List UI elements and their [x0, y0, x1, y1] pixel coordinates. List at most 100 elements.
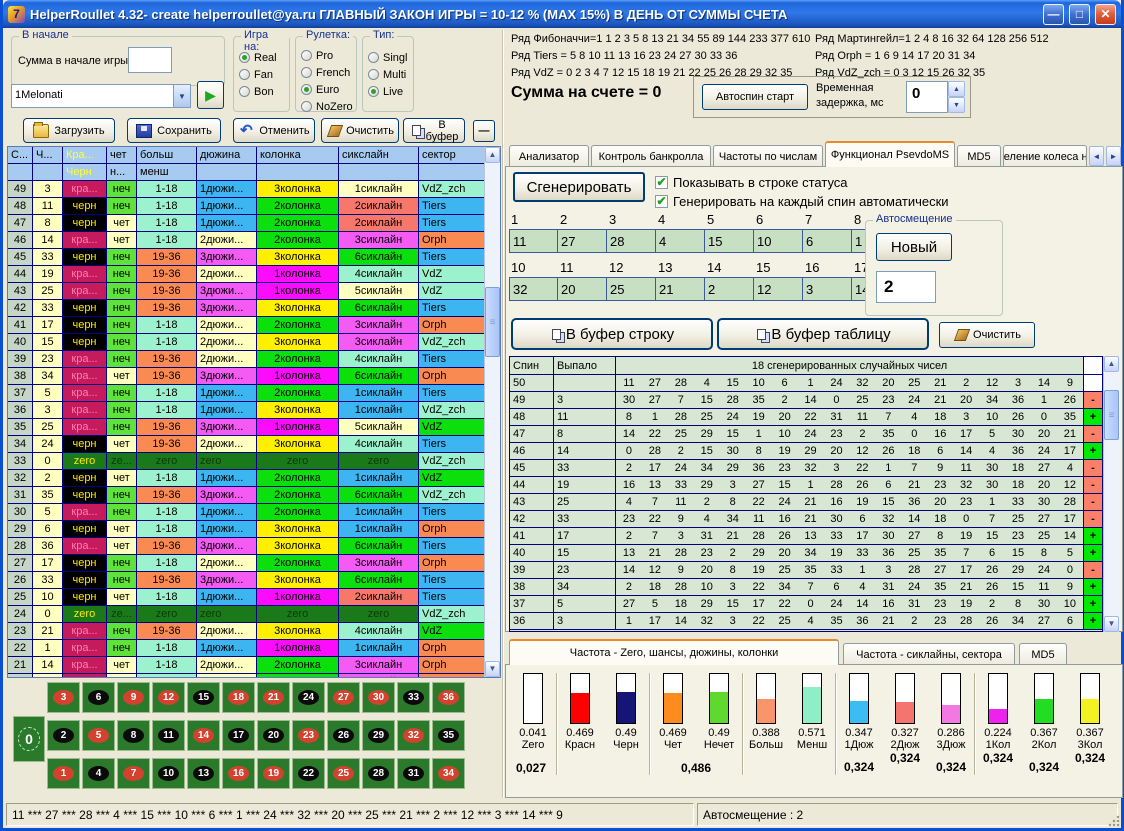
board-cell-2[interactable]: 2: [47, 720, 80, 751]
board-cell-6[interactable]: 6: [82, 682, 115, 713]
radio-roulette-nozero[interactable]: NoZero: [301, 98, 353, 115]
header-cell[interactable]: [33, 164, 63, 181]
generated-scroll-thumb[interactable]: [1104, 390, 1119, 440]
scroll-up-icon[interactable]: ▲: [485, 147, 500, 163]
table-row[interactable]: 3923кра...неч19-362дюжи...2колонка4сикла…: [8, 351, 484, 368]
radio-game-bon[interactable]: Bon: [239, 83, 277, 100]
board-cell-33[interactable]: 33: [397, 682, 430, 713]
spin-up-icon[interactable]: ▲: [948, 81, 965, 97]
scroll-down-icon[interactable]: ▼: [1104, 616, 1119, 632]
table-row[interactable]: 4419кра...неч19-362дюжи...1колонка4сикла…: [8, 266, 484, 283]
play-button[interactable]: ▶: [197, 81, 224, 109]
table-row[interactable]: 37527518291517220241416312319283010+: [510, 596, 1102, 613]
maximize-icon[interactable]: □: [1069, 4, 1090, 25]
table-row[interactable]: 50112728415106124322025212123149: [510, 375, 1102, 392]
toolbar-button-4[interactable]: Очистить: [321, 118, 399, 143]
header-cell[interactable]: н...: [107, 164, 137, 181]
board-cell-12[interactable]: 12: [152, 682, 185, 713]
board-cell-9[interactable]: 9: [117, 682, 150, 713]
tab-6[interactable]: Деление колеса на: [1003, 145, 1087, 167]
header-cell[interactable]: Выпало: [554, 357, 616, 374]
delay-value[interactable]: 0: [906, 81, 948, 113]
table-row[interactable]: 4117черннеч1-182дюжи...2колонка3сиклайнO…: [8, 317, 484, 334]
generate-each-spin-checkbox[interactable]: ✔ Генерировать на каждый спин автоматиче…: [655, 194, 949, 209]
header-cell[interactable]: [339, 164, 419, 181]
header-cell[interactable]: [8, 164, 33, 181]
table-row[interactable]: 296чернчет1-181дюжи...3колонка1сиклайнOr…: [8, 521, 484, 538]
resize-grip[interactable]: [1107, 814, 1120, 827]
board-cell-8[interactable]: 8: [117, 720, 150, 751]
show-in-status-checkbox[interactable]: ✔ Показывать в строке статуса: [655, 175, 848, 190]
table-row[interactable]: 3631171432322254353621223282634276+: [510, 613, 1102, 630]
table-row[interactable]: 43254711282224211619153620231333028-: [510, 494, 1102, 511]
generate-button[interactable]: Сгенерировать: [513, 172, 645, 202]
scroll-up-icon[interactable]: ▲: [1104, 356, 1119, 372]
table-row[interactable]: 49330277152835214025232421203436126-: [510, 392, 1102, 409]
table-row[interactable]: 40151321282322920341933362535761585+: [510, 545, 1102, 562]
table-row[interactable]: 3834218281032234764312435212615119+: [510, 579, 1102, 596]
header-cell[interactable]: сикслайн: [339, 147, 419, 164]
board-cell-7[interactable]: 7: [117, 758, 150, 789]
board-cell-36[interactable]: 36: [432, 682, 465, 713]
table-row[interactable]: 42332322943411162130632141807252717-: [510, 511, 1102, 528]
toolbar-button-2[interactable]: Сохранить: [127, 118, 221, 143]
table-row[interactable]: 4811812825241920223111741831026035+: [510, 409, 1102, 426]
board-cell-32[interactable]: 32: [397, 720, 430, 751]
header-cell[interactable]: менш: [137, 164, 197, 181]
history-scroll-thumb[interactable]: [485, 287, 500, 357]
radio-roulette-pro[interactable]: Pro: [301, 47, 353, 64]
table-row[interactable]: 3424чернчет19-362дюжи...3колонка4сиклайн…: [8, 436, 484, 453]
scroll-down-icon[interactable]: ▼: [485, 661, 500, 677]
table-row[interactable]: 4614кра...чет1-182дюжи...2колонка3сиклай…: [8, 232, 484, 249]
table-row[interactable]: 493кра...неч1-181дюжи...3колонка1сиклайн…: [8, 181, 484, 198]
minimize-icon[interactable]: —: [1043, 4, 1064, 25]
header-cell[interactable]: 18 сгенерированных случайных чисел: [616, 357, 1084, 374]
history-scrollbar[interactable]: ▲ ▼: [484, 147, 500, 677]
table-row[interactable]: 2014кра...чет1-182дюжи...2колонка3сиклай…: [8, 674, 484, 678]
board-cell-24[interactable]: 24: [292, 682, 325, 713]
radio-game-fan[interactable]: Fan: [239, 66, 277, 83]
board-cell-22[interactable]: 22: [292, 758, 325, 789]
table-row[interactable]: 2114кра...чет1-182дюжи...2колонка3сиклай…: [8, 657, 484, 674]
header-cell[interactable]: дюжина: [197, 147, 257, 164]
board-cell-23[interactable]: 23: [292, 720, 325, 751]
header-cell[interactable]: [257, 164, 339, 181]
autospin-start-button[interactable]: Автоспин старт: [702, 84, 808, 110]
freq-tab-1[interactable]: Частота - Zero, шансы, дюжины, колонки: [509, 639, 839, 665]
table-row[interactable]: 4533черннеч19-363дюжи...3колонка6сиклайн…: [8, 249, 484, 266]
board-cell-4[interactable]: 4: [82, 758, 115, 789]
board-zero-cell[interactable]: 0: [13, 716, 45, 762]
table-row[interactable]: 363кра...неч1-181дюжи...3колонка1сиклайн…: [8, 402, 484, 419]
header-cell[interactable]: [197, 164, 257, 181]
table-row[interactable]: 2717черннеч1-182дюжи...2колонка3сиклайнO…: [8, 555, 484, 572]
table-row[interactable]: 47814222529151102423235016175302021-: [510, 426, 1102, 443]
autoshift-new-button[interactable]: Новый: [876, 233, 952, 261]
board-cell-18[interactable]: 18: [222, 682, 255, 713]
board-cell-25[interactable]: 25: [327, 758, 360, 789]
header-cell[interactable]: Черн: [63, 164, 107, 181]
table-row[interactable]: 4533217243429362332322179113018274-: [510, 460, 1102, 477]
board-cell-11[interactable]: 11: [152, 720, 185, 751]
table-row[interactable]: 411727331212826133317302781915232514+: [510, 528, 1102, 545]
toolbar-button-1[interactable]: Загрузить: [23, 118, 115, 143]
radio-roulette-french[interactable]: French: [301, 64, 353, 81]
table-row[interactable]: 2836кра...чет19-363дюжи...3колонка6сикла…: [8, 538, 484, 555]
chevron-down-icon[interactable]: ▼: [174, 84, 191, 108]
header-cell[interactable]: Ч...: [33, 147, 63, 164]
table-row[interactable]: 221кра...неч1-181дюжи...1колонка1сиклайн…: [8, 640, 484, 657]
clear-generated-button[interactable]: Очистить: [939, 322, 1035, 348]
header-cell[interactable]: больш: [137, 147, 197, 164]
board-cell-3[interactable]: 3: [47, 682, 80, 713]
collapse-button[interactable]: —: [473, 120, 495, 142]
radio-type-live[interactable]: Live: [368, 83, 407, 100]
header-cell[interactable]: сектор: [419, 147, 486, 164]
table-row[interactable]: 2510чернчет1-181дюжи...1колонка2сиклайнT…: [8, 589, 484, 606]
tab-1[interactable]: Анализатор: [509, 145, 589, 167]
delay-spinner[interactable]: 0 ▲ ▼: [906, 81, 965, 113]
table-row[interactable]: 375кра...неч1-181дюжи...2колонка1сиклайн…: [8, 385, 484, 402]
table-row[interactable]: 305кра...неч1-181дюжи...2колонка1сиклайн…: [8, 504, 484, 521]
board-cell-1[interactable]: 1: [47, 758, 80, 789]
board-cell-30[interactable]: 30: [362, 682, 395, 713]
close-icon[interactable]: ✕: [1095, 4, 1116, 25]
toolbar-button-3[interactable]: ↶Отменить: [233, 118, 315, 143]
